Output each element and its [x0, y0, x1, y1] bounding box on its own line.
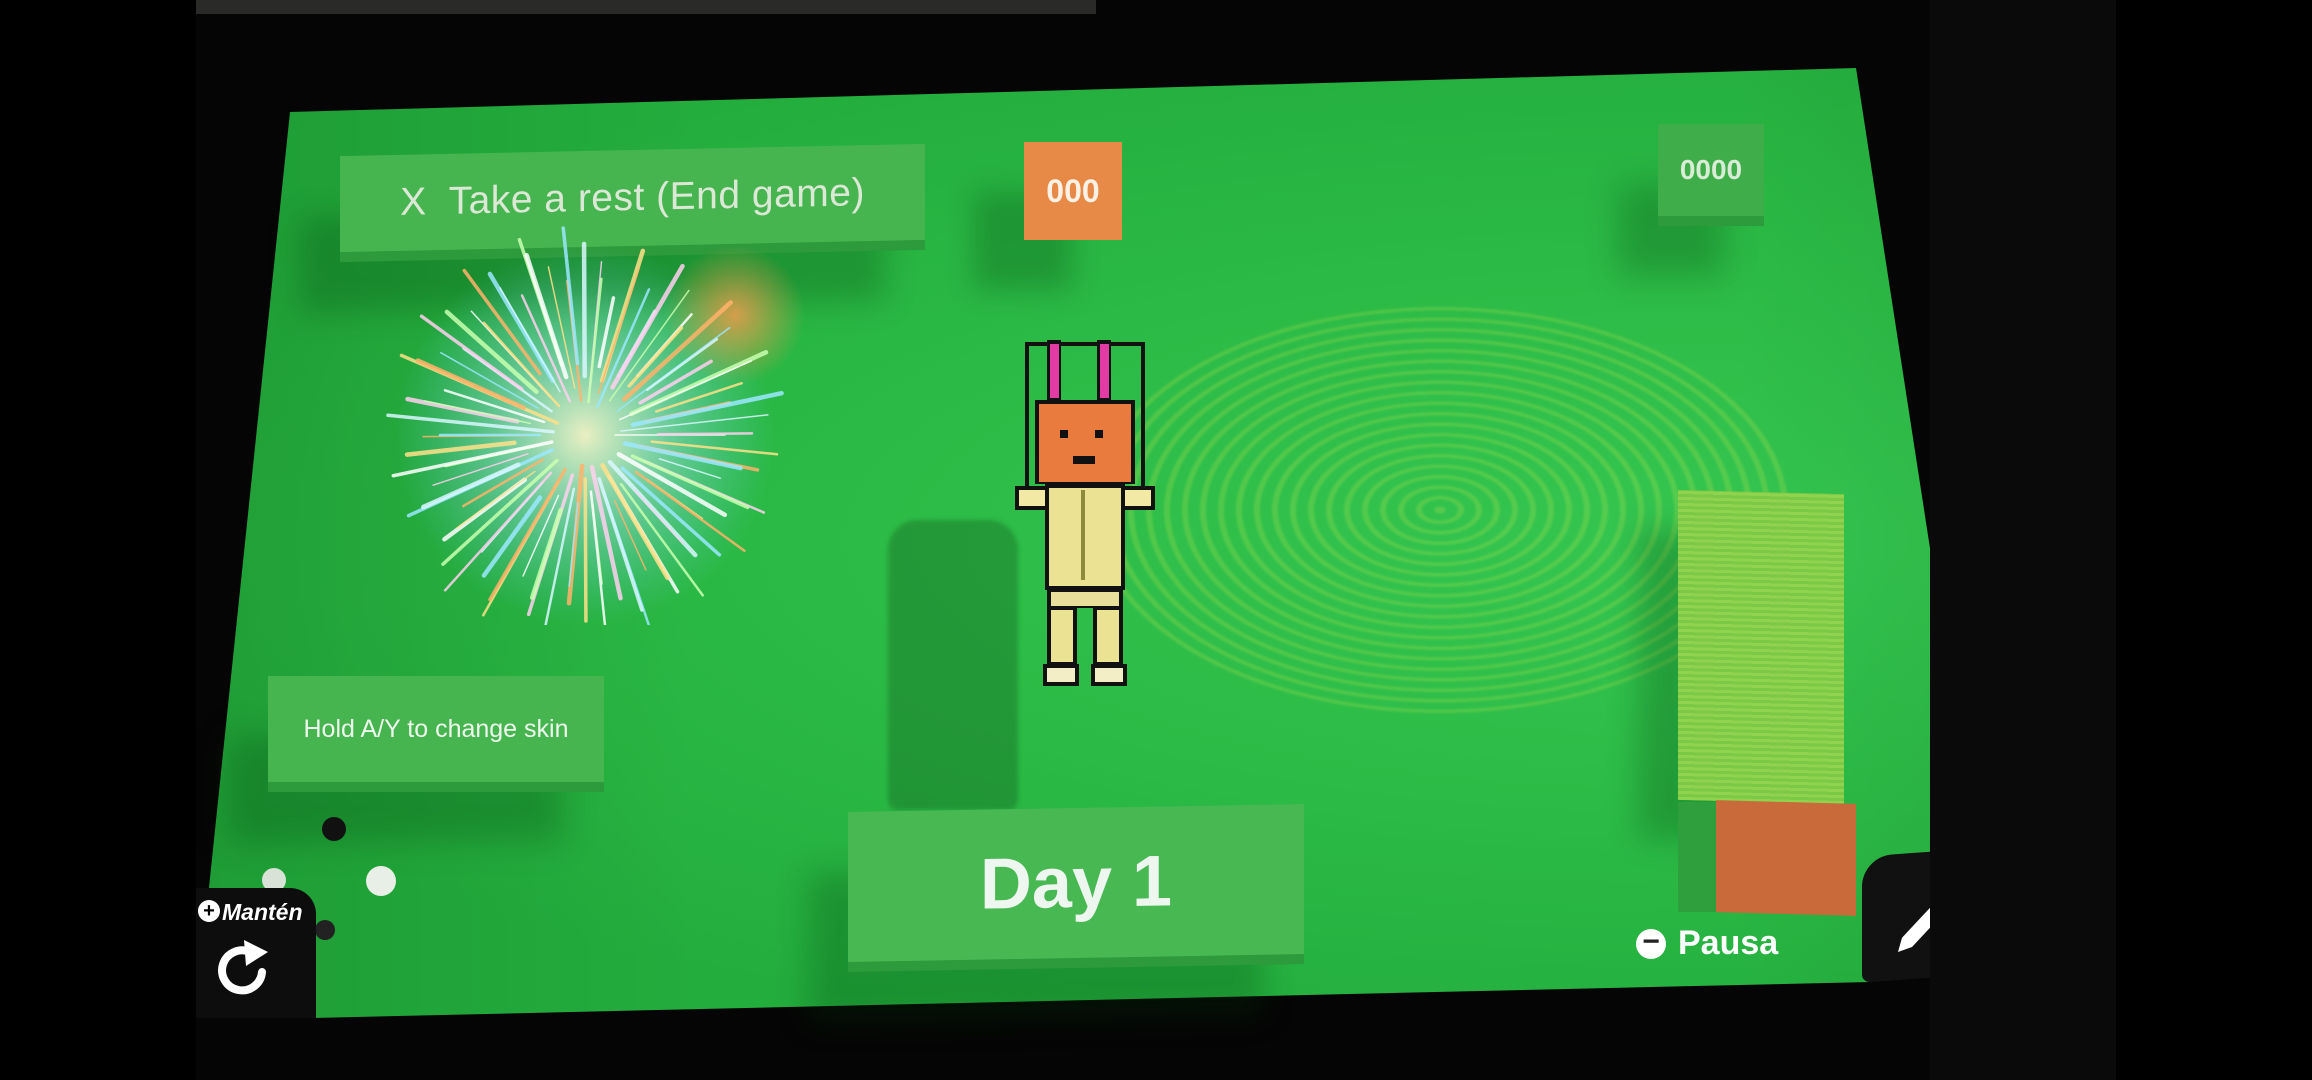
progress-bar-edge [1678, 802, 1716, 912]
progress-bar-base [1716, 800, 1856, 916]
firework-effect [386, 226, 805, 625]
player-character[interactable] [1005, 320, 1165, 700]
close-icon: X [400, 180, 427, 224]
device-bezel [1930, 0, 2116, 1080]
firework-ray [581, 241, 587, 379]
plus-icon: + [198, 900, 220, 922]
firework-ray [583, 477, 588, 623]
pause-button[interactable]: − Pausa [1636, 924, 1778, 963]
progress-bar-fill [1678, 489, 1844, 805]
score-counter-green: 0000 [1658, 124, 1764, 216]
device-top-edge [196, 0, 1096, 14]
game-dot [366, 866, 396, 896]
minus-icon: − [1636, 926, 1666, 959]
score-counter-orange: 000 [1024, 142, 1122, 240]
character-shadow [888, 520, 1018, 810]
hold-label: Mantén [222, 899, 303, 925]
firework-ray [656, 432, 754, 436]
skin-hint-panel: Hold A/Y to change skin [268, 676, 604, 782]
hold-rotate-button[interactable]: + Mantén [196, 888, 316, 1018]
game-dot [315, 920, 335, 940]
rotate-icon [218, 940, 268, 995]
pause-label: Pausa [1678, 924, 1779, 962]
end-game-label: Take a rest (End game) [448, 171, 865, 223]
game-dot [322, 817, 346, 841]
day-label-block: Day 1 [848, 804, 1304, 962]
